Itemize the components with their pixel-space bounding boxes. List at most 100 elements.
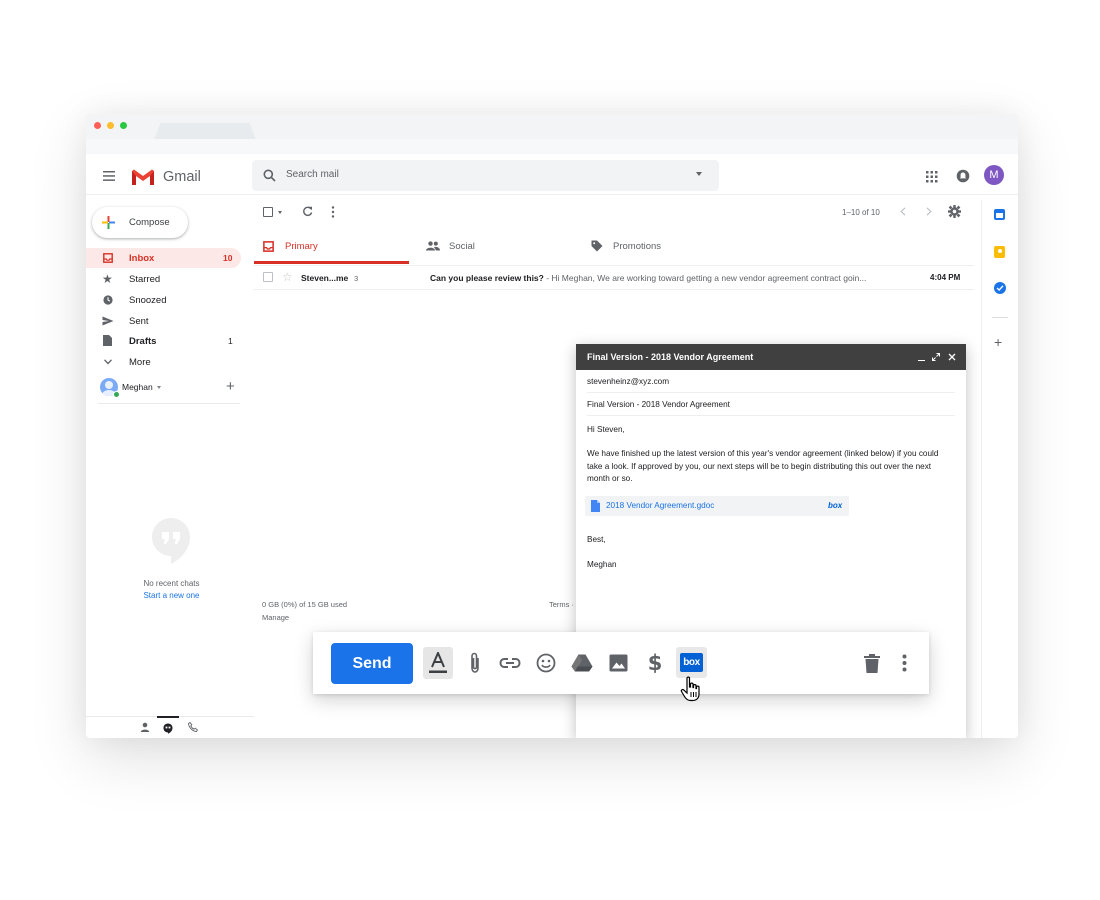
main-menu-button[interactable] [103,169,117,183]
online-status-dot [113,391,120,398]
search-input[interactable]: Search mail [286,169,339,180]
format-text-icon[interactable] [423,647,453,679]
add-contact-plus-icon[interactable]: + [226,379,235,394]
email-checkbox[interactable] [263,272,273,282]
hangouts-icon [163,723,173,734]
trash-icon[interactable] [858,649,886,677]
attach-icon[interactable] [461,649,489,677]
hangouts-account[interactable]: Meghan [100,378,240,398]
tab-label: Social [449,241,475,252]
body-line: We have finished up the latest version o… [587,449,939,459]
tag-icon [591,240,603,252]
email-time: 4:04 PM [930,273,961,282]
manage-storage-link[interactable]: Manage [262,613,289,622]
star-outline-icon[interactable]: ☆ [282,270,293,284]
settings-gear-icon[interactable] [948,205,961,218]
email-snippet: - Hi Meghan, We are working toward getti… [543,273,867,283]
account-name: Meghan [122,382,153,392]
rail-divider [992,317,1008,318]
subject-field[interactable]: Final Version - 2018 Vendor Agreement [587,400,730,409]
sidebar-item-drafts[interactable]: Drafts 1 [86,331,241,351]
clock-icon [103,295,113,305]
notifications-bell-icon[interactable] [956,169,970,183]
inbox-icon [263,241,274,252]
sidebar-item-inbox[interactable]: Inbox 10 [86,248,241,268]
refresh-icon[interactable] [302,206,313,217]
sidebar-item-sent[interactable]: Sent [86,311,241,331]
divider [587,392,955,393]
inbox-icon [103,253,113,263]
chevron-right-icon[interactable] [926,207,932,216]
compose-label: Compose [129,217,170,228]
drive-icon[interactable] [568,649,596,677]
add-addon-plus-icon[interactable]: + [994,335,1002,349]
attachment-name: 2018 Vendor Agreement.gdoc [606,501,715,510]
box-logo-text: box [683,657,700,668]
person-icon[interactable] [140,722,150,732]
start-new-chat-link[interactable]: Start a new one [86,591,257,600]
calendar-icon[interactable] [994,209,1005,220]
email-row[interactable]: ☆ Steven...me 3 Can you please review th… [254,266,974,290]
account-dropdown-icon[interactable] [157,386,161,389]
divider [587,415,955,416]
emoji-icon[interactable] [532,649,560,677]
header-divider [86,194,1018,195]
search-options-icon[interactable] [696,172,702,176]
attachment-chip[interactable]: 2018 Vendor Agreement.gdoc box [585,496,849,516]
sidebar-item-starred[interactable]: ★ Starred [86,269,241,289]
gmail-logo[interactable]: Gmail [131,166,211,188]
email-subject: Can you please review this? [430,273,544,283]
chevron-left-icon[interactable] [900,207,906,216]
minimize-window-dot[interactable] [107,122,114,129]
link-icon[interactable] [496,649,524,677]
closing-text: Best, [587,535,606,544]
expand-icon[interactable] [932,353,940,361]
box-icon[interactable]: box [676,647,707,678]
apps-grid-icon[interactable] [926,170,938,183]
phone-icon[interactable] [188,722,198,732]
gmail-wordmark: Gmail [163,169,201,185]
tasks-icon[interactable] [994,282,1006,294]
sidebar-divider [98,403,240,404]
close-window-dot[interactable] [94,122,101,129]
select-dropdown-icon[interactable] [278,211,282,214]
keep-icon[interactable] [994,246,1005,258]
no-recent-chats-text: No recent chats [143,579,200,588]
to-recipient-field[interactable]: stevenheinz@xyz.com [587,377,669,386]
email-subject-line: Can you please review this? - Hi Meghan,… [430,273,900,283]
send-button[interactable]: Send [331,643,413,684]
hangouts-tab-active[interactable] [157,716,179,738]
body-line: month or so. [587,473,633,483]
signature-text: Meghan [587,560,617,569]
google-doc-icon [591,500,600,512]
money-icon[interactable]: $ [641,649,669,677]
maximize-window-dot[interactable] [120,122,127,129]
search-icon[interactable] [263,169,276,182]
more-options-icon[interactable] [890,649,918,677]
sidebar-item-count: 1 [228,336,233,346]
browser-address-strip [86,139,1018,154]
sidebar-item-label: Starred [129,274,161,285]
search-bar[interactable]: Search mail [252,160,719,191]
message-body[interactable]: Hi Steven, We have finished up the lates… [587,424,957,485]
terms-link[interactable]: Terms · [549,600,574,609]
email-sender: Steven...me [301,273,349,283]
tab-social[interactable]: Social [419,234,574,264]
compose-window-header[interactable]: Final Version - 2018 Vendor Agreement [576,344,966,370]
sidebar-item-label: More [129,357,151,368]
hamburger-icon [103,171,115,181]
pagination-text: 1–10 of 10 [842,208,880,217]
photo-icon[interactable] [604,649,632,677]
select-all-checkbox[interactable] [263,207,273,217]
sidebar-item-more[interactable]: More [86,352,241,372]
avatar-initial: M [989,169,999,181]
minimize-icon[interactable] [918,360,925,362]
sidebar-item-snoozed[interactable]: Snoozed [86,290,241,310]
tab-promotions[interactable]: Promotions [584,234,784,264]
more-options-icon[interactable] [331,206,335,218]
tab-primary[interactable]: Primary [254,234,409,264]
draft-icon [103,335,112,346]
account-avatar[interactable]: M [984,165,1004,185]
compose-button[interactable]: Compose [92,207,188,238]
close-icon[interactable] [948,353,956,361]
